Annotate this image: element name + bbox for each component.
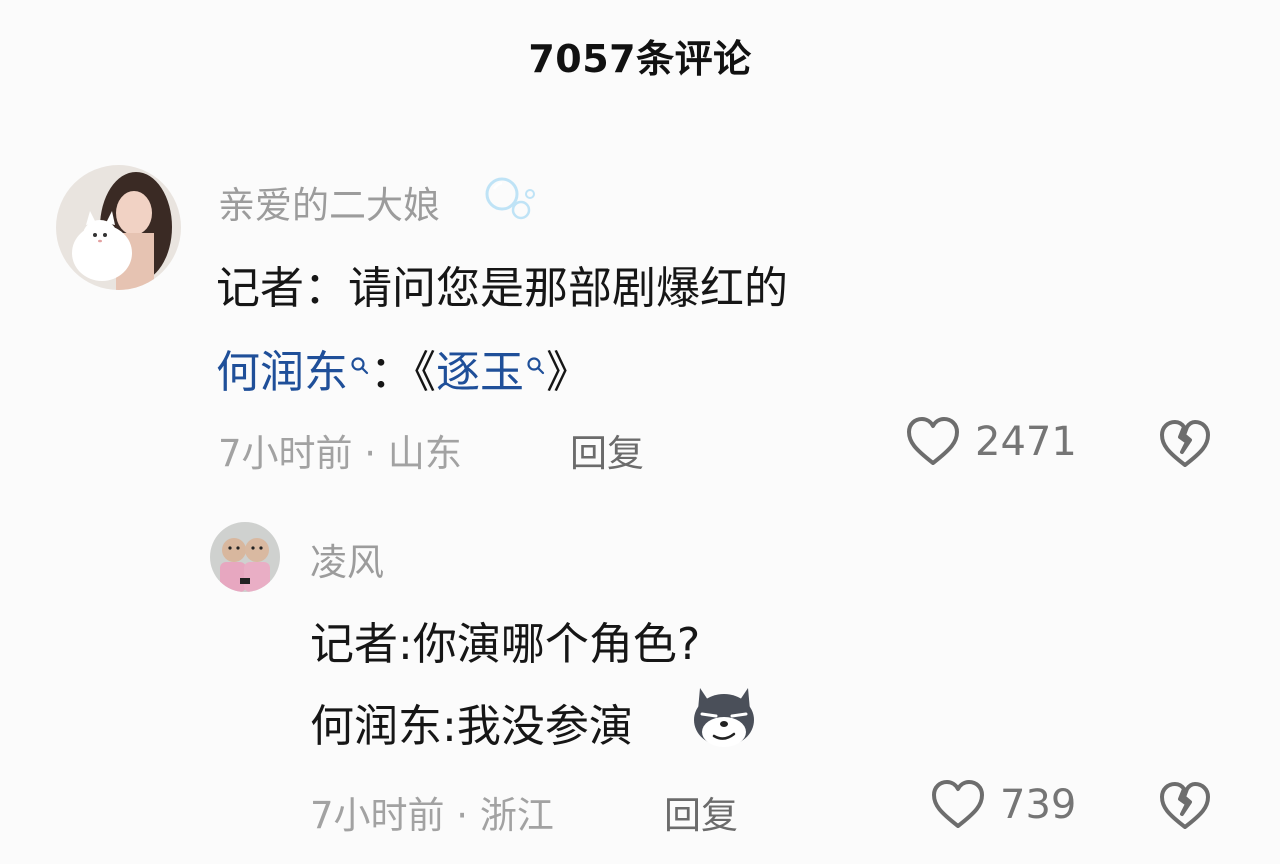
user-avatar[interactable] xyxy=(210,522,280,592)
comment-text-line2: 何润东:我没参演 xyxy=(310,701,633,752)
bubble-badge-icon xyxy=(482,174,538,228)
broken-heart-icon xyxy=(1158,780,1212,832)
comment-username[interactable]: 亲爱的二大娘 xyxy=(218,175,440,229)
comment-time-location: 7小时前 · 山东 xyxy=(218,432,462,475)
heart-outline-icon xyxy=(930,779,986,831)
search-link-person[interactable]: 何润东 xyxy=(216,347,348,398)
comment-username[interactable]: 凌风 xyxy=(310,532,384,586)
reply-button[interactable]: 回复 xyxy=(664,785,738,839)
like-count: 739 xyxy=(1000,782,1077,828)
comment-text: 记者：请问您是那部剧爆红的 xyxy=(216,263,788,314)
comment-time-location: 7小时前 · 浙江 xyxy=(310,794,554,837)
like-button[interactable]: 739 xyxy=(930,779,1076,831)
comment-text-separator: ：《 xyxy=(370,347,436,398)
comment-text: 记者:你演哪个角色? xyxy=(310,619,701,670)
user-avatar[interactable] xyxy=(56,165,181,290)
comment-text-end: 》 xyxy=(546,347,590,398)
reply-button[interactable]: 回复 xyxy=(570,423,644,477)
dislike-button[interactable] xyxy=(1158,780,1212,832)
heart-outline-icon xyxy=(905,416,961,468)
like-button[interactable]: 2471 xyxy=(905,416,1077,468)
search-icon xyxy=(350,336,370,387)
comment-text-line2: 何润东 ：《逐玉》 xyxy=(216,336,590,400)
smirking-wolf-emoji xyxy=(688,684,760,754)
search-link-drama[interactable]: 逐玉 xyxy=(436,347,524,398)
like-count: 2471 xyxy=(975,419,1077,465)
dislike-button[interactable] xyxy=(1158,418,1212,470)
broken-heart-icon xyxy=(1158,418,1212,470)
search-icon xyxy=(526,336,546,387)
comments-count-title: 7057条评论 xyxy=(528,37,752,81)
